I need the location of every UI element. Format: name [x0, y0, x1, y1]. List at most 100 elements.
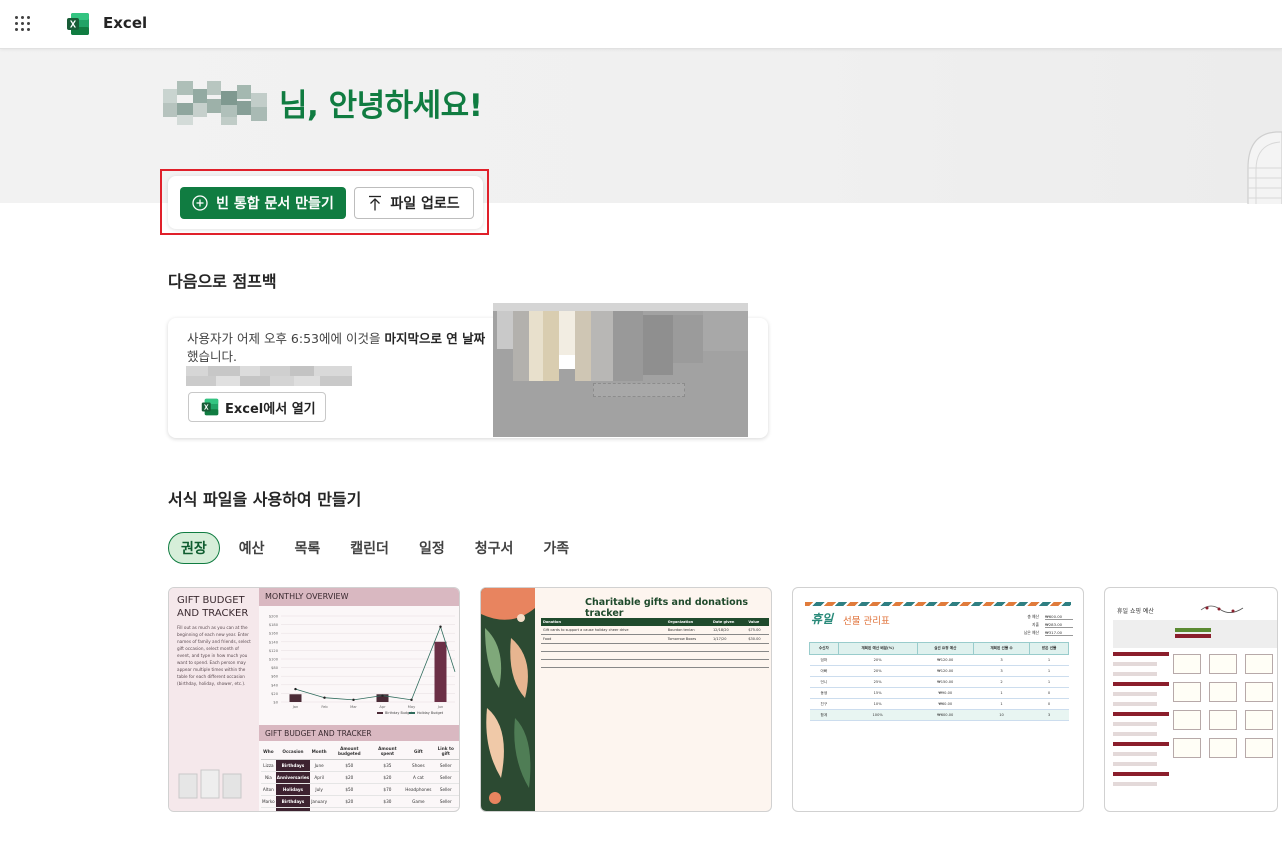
table-cell: ₩120.00 — [917, 654, 974, 666]
table-cell: $20 — [370, 771, 405, 784]
table-cell: Holidays — [275, 783, 311, 796]
tab-recommended[interactable]: 권장 — [168, 532, 220, 564]
excel-logo-icon[interactable] — [66, 12, 90, 36]
table-header-cell: Date given — [710, 618, 747, 626]
table-cell: Seller — [432, 807, 459, 811]
berry-garland-illustration — [1200, 605, 1244, 613]
templates-title: 서식 파일을 사용하여 만들기 — [168, 490, 362, 509]
budget-line — [1113, 652, 1169, 656]
table-row: 엄마 20% ₩120.00 3 1 — [809, 654, 1069, 666]
tab-family[interactable]: 가족 — [543, 538, 569, 558]
table-cell: July — [310, 783, 329, 796]
table-row: 아빠 20% ₩120.00 3 1 — [809, 665, 1069, 677]
table-cell: 엄마 — [809, 654, 839, 666]
table-cell: $20 — [328, 771, 371, 784]
new-blank-workbook-button[interactable]: 빈 통합 문서 만들기 — [180, 187, 346, 219]
table-cell: 0 — [1029, 687, 1069, 699]
monthly-overview-header: MONTHLY OVERVIEW — [265, 592, 349, 601]
table-cell: 20% — [838, 654, 918, 666]
charity-table: Donation Organization Date given Value Gift … — [541, 618, 769, 668]
table-cell: Birthdays — [275, 795, 311, 808]
table-row: 합계 100% ₩600.00 10 3 — [809, 709, 1069, 721]
total-value: ₩283.00 — [1045, 622, 1073, 628]
file-thumbnail-redacted[interactable] — [493, 303, 748, 437]
table-cell: 15% — [838, 687, 918, 699]
table-cell: Headphones — [404, 783, 433, 796]
file-name-redacted — [186, 366, 352, 386]
table-cell: ₩120.00 — [917, 665, 974, 677]
shopping-categories — [1113, 652, 1169, 792]
table-cell: Yasmi — [261, 807, 276, 811]
table-cell: Seller — [432, 771, 459, 784]
table-cell: 12/18/20 — [710, 626, 747, 635]
table-row: Lizza Birthdays June $50 $35 Shoes Seller — [261, 759, 459, 772]
holiday-title-a: 휴일 — [811, 612, 834, 626]
upload-file-label: 파일 업로드 — [390, 196, 460, 212]
table-header-row: Who Occasion Month Amount budgeted Amount sp… — [261, 743, 459, 760]
x-tick-label: Jun — [437, 705, 444, 709]
template-card-shopping-budget[interactable]: 휴일 쇼핑 예산 — [1104, 587, 1278, 812]
table-header-row: 수신자 계획된 예산 배분(%) 실선 요정 예산 계획된 선물 수 받은 선물 — [809, 642, 1069, 655]
legend-swatch — [409, 712, 415, 714]
budget-line — [1113, 742, 1169, 746]
gift-boxes-illustration — [178, 769, 242, 799]
table-cell: $20 — [328, 795, 371, 808]
leaf-pattern-illustration — [481, 588, 535, 811]
tab-schedule[interactable]: 일정 — [419, 538, 445, 558]
budget-box — [1245, 682, 1273, 702]
y-tick-label: $80 — [271, 666, 279, 670]
table-cell — [665, 643, 711, 652]
table-row: Alton Holidays July $50 $70 Headphones Seller — [261, 783, 459, 796]
table-cell: 언니 — [809, 676, 839, 688]
app-name[interactable]: Excel — [103, 14, 147, 32]
table-cell: $50 — [328, 759, 371, 772]
y-tick-label: $0 — [273, 701, 278, 705]
table-header-cell: 계획된 선물 수 — [972, 642, 1031, 655]
upload-file-button[interactable]: 파일 업로드 — [354, 187, 474, 219]
budget-box-row — [1173, 738, 1273, 758]
holiday-totals: 총 예산 ₩600.00 지출 ₩283.00 남은 예산 ₩317.00 — [993, 614, 1073, 638]
table-cell: $35 — [370, 759, 405, 772]
table-header-cell: 실선 요정 예산 — [916, 642, 974, 655]
template-card-charity[interactable]: Charitable gifts and donations tracker D… — [480, 587, 772, 812]
gift-template-title: GIFT BUDGET AND TRACKER — [177, 594, 248, 620]
tab-invoice[interactable]: 청구서 — [475, 538, 514, 558]
tab-list[interactable]: 목록 — [295, 538, 321, 558]
app-launcher-icon[interactable] — [15, 16, 31, 32]
y-tick-label: $140 — [269, 640, 279, 644]
table-row — [541, 643, 769, 652]
table-header-cell: Organization — [665, 618, 711, 626]
budget-box — [1209, 710, 1237, 730]
table-cell: Seller — [432, 783, 459, 796]
table-cell — [746, 643, 769, 652]
legend-swatch — [377, 712, 383, 714]
table-cell: 3 — [973, 654, 1030, 666]
tab-budget[interactable]: 예산 — [239, 538, 265, 558]
budget-box-row — [1173, 710, 1273, 730]
table-cell: Lizza — [261, 759, 276, 772]
y-tick-label: $120 — [269, 649, 279, 653]
table-cell: 1 — [973, 687, 1030, 699]
table-cell: 10% — [838, 698, 918, 710]
table-cell: Food — [541, 634, 666, 644]
y-tick-label: $60 — [271, 675, 279, 679]
budget-line — [1113, 702, 1157, 706]
table-cell: 1 — [973, 698, 1030, 710]
tab-calendar[interactable]: 캘린더 — [350, 538, 389, 558]
template-card-gift-budget[interactable]: GIFT BUDGET AND TRACKER Fill out as much… — [168, 587, 460, 812]
table-cell — [665, 659, 711, 668]
gift-title-line2: AND TRACKER — [177, 608, 249, 619]
x-tick-label: Mar — [350, 705, 357, 709]
table-cell: 친구 — [809, 698, 839, 710]
budget-box — [1245, 654, 1273, 674]
table-header-cell: Amount budgeted — [328, 743, 371, 760]
y-tick-label: $160 — [269, 632, 279, 636]
total-value: ₩317.00 — [1045, 630, 1073, 636]
table-cell: $70 — [370, 783, 405, 796]
table-row: YasmiWeddingsJune$100$150Crystal vaseSel… — [261, 807, 459, 811]
table-header-cell: Value — [746, 618, 769, 626]
open-in-excel-button[interactable]: Excel에서 열기 — [188, 392, 326, 422]
template-card-holiday-gifts[interactable]: 휴일 선물 관리표 총 예산 ₩600.00 지출 ₩283.00 남은 예산 ₩317.… — [792, 587, 1084, 812]
x-tick-label: Feb — [321, 705, 328, 709]
upload-arrow-icon — [369, 195, 382, 211]
